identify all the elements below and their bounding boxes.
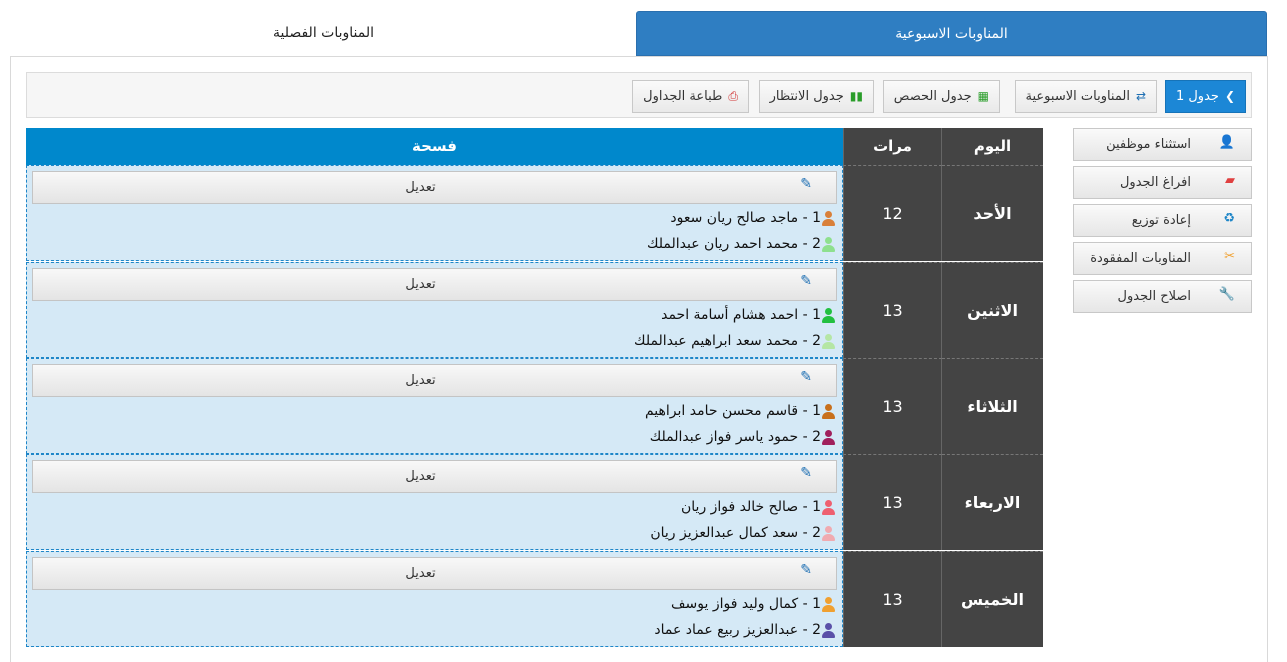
edit-label: تعديل: [405, 566, 436, 581]
user-icon: [822, 499, 836, 515]
day-cell: الاثنين: [942, 262, 1043, 358]
header-day: اليوم: [942, 128, 1043, 165]
table-row: الأحد 12 ✎ تعديل 1 - ماجد صالح ريان سعود…: [26, 165, 1043, 261]
toolbar: ❯جدول 1 ⇄المناوبات الاسبوعية ▦جدول الحصص…: [26, 72, 1252, 118]
table-row: الخميس 13 ✎ تعديل 1 - كمال وليد فواز يوس…: [26, 551, 1043, 647]
chevron-right-icon: ❯: [1224, 89, 1235, 103]
redistribute-button[interactable]: ♻ إعادة توزيع: [1073, 204, 1252, 237]
staff-member: 1 - ماجد صالح ريان سعود: [670, 208, 836, 228]
tab-weekly-shifts[interactable]: المناوبات الاسبوعية: [636, 11, 1267, 56]
break-cell: ✎ تعديل 1 - صالح خالد فواز ريان 2 - سعد …: [26, 454, 843, 550]
user-icon: [822, 210, 836, 226]
break-cell: ✎ تعديل 1 - كمال وليد فواز يوسف 2 - عبدا…: [26, 551, 843, 647]
missing-shifts-button[interactable]: ✂ المناوبات المفقودة: [1073, 242, 1252, 275]
broken-link-icon: ✂: [1224, 249, 1235, 264]
header-break: فسحة: [26, 128, 843, 165]
day-cell: الاربعاء: [942, 454, 1043, 550]
user-remove-icon: 👤: [1218, 135, 1235, 150]
break-cell: ✎ تعديل 1 - قاسم محسن حامد ابراهيم 2 - ح…: [26, 358, 843, 454]
user-icon: [822, 403, 836, 419]
table-row: الاربعاء 13 ✎ تعديل 1 - صالح خالد فواز ر…: [26, 454, 1043, 550]
user-icon: [822, 236, 836, 252]
edit-label: تعديل: [405, 180, 436, 195]
count-cell: 13: [843, 454, 942, 550]
staff-member: 2 - عبدالعزيز ربيع عماد عماد: [654, 620, 836, 640]
edit-button[interactable]: ✎ تعديل: [32, 171, 837, 204]
staff-member: 2 - محمد سعد ابراهيم عبدالملك: [634, 331, 836, 351]
edit-label: تعديل: [405, 277, 436, 292]
user-icon: [822, 333, 836, 349]
print-tables-button[interactable]: ⎙طباعة الجداول: [632, 80, 749, 113]
edit-button[interactable]: ✎ تعديل: [32, 268, 837, 301]
clear-table-button[interactable]: ▰ افراغ الجدول: [1073, 166, 1252, 199]
periods-table-button[interactable]: ▦جدول الحصص: [882, 80, 1000, 113]
staff-member: 2 - سعد كمال عبدالعزيز ريان: [650, 523, 836, 543]
staff-member: 1 - احمد هشام أسامة احمد: [661, 305, 836, 325]
eraser-icon: ▰: [1225, 173, 1235, 188]
staff-member: 1 - قاسم محسن حامد ابراهيم: [645, 401, 836, 421]
user-icon: [822, 596, 836, 612]
repeat-icon: ⇄: [1135, 89, 1146, 103]
staff-member: 2 - محمد احمد ريان عبدالملك: [647, 234, 836, 254]
day-cell: الأحد: [942, 165, 1043, 261]
weekly-shifts-button[interactable]: ⇄المناوبات الاسبوعية: [1014, 80, 1157, 113]
count-cell: 12: [843, 165, 942, 261]
columns-icon: ▮▮: [849, 89, 863, 103]
pdf-icon: ⎙: [728, 89, 738, 103]
user-icon: [822, 525, 836, 541]
recycle-icon: ♻: [1223, 211, 1235, 226]
user-icon: [822, 429, 836, 445]
tab-semester-shifts[interactable]: المناوبات الفصلية: [11, 11, 636, 56]
table-icon: ▦: [977, 89, 989, 103]
count-cell: 13: [843, 262, 942, 358]
staff-member: 1 - صالح خالد فواز ريان: [681, 497, 836, 517]
edit-button[interactable]: ✎ تعديل: [32, 557, 837, 590]
table-row: الثلاثاء 13 ✎ تعديل 1 - قاسم محسن حامد ا…: [26, 358, 1043, 454]
user-icon: [822, 622, 836, 638]
user-icon: [822, 307, 836, 323]
fix-table-button[interactable]: 🔧 اصلاح الجدول: [1073, 280, 1252, 313]
table-row: الاثنين 13 ✎ تعديل 1 - احمد هشام أسامة ا…: [26, 262, 1043, 358]
edit-label: تعديل: [405, 373, 436, 388]
count-cell: 13: [843, 551, 942, 647]
schedule-select-button[interactable]: ❯جدول 1: [1164, 80, 1246, 113]
wrench-icon: 🔧: [1218, 287, 1235, 302]
staff-member: 1 - كمال وليد فواز يوسف: [671, 594, 836, 614]
edit-label: تعديل: [405, 469, 436, 484]
exclude-staff-button[interactable]: 👤 استثناء موظفين: [1073, 128, 1252, 161]
count-cell: 13: [843, 358, 942, 454]
edit-button[interactable]: ✎ تعديل: [32, 364, 837, 397]
header-count: مرات: [843, 128, 942, 165]
break-cell: ✎ تعديل 1 - ماجد صالح ريان سعود 2 - محمد…: [26, 165, 843, 261]
waiting-table-button[interactable]: ▮▮جدول الانتظار: [758, 80, 874, 113]
day-cell: الثلاثاء: [942, 358, 1043, 454]
tabs: المناوبات الاسبوعية المناوبات الفصلية: [11, 11, 1267, 56]
break-cell: ✎ تعديل 1 - احمد هشام أسامة احمد 2 - محم…: [26, 262, 843, 358]
day-cell: الخميس: [942, 551, 1043, 647]
edit-button[interactable]: ✎ تعديل: [32, 460, 837, 493]
staff-member: 2 - حمود ياسر فواز عبدالملك: [650, 427, 836, 447]
